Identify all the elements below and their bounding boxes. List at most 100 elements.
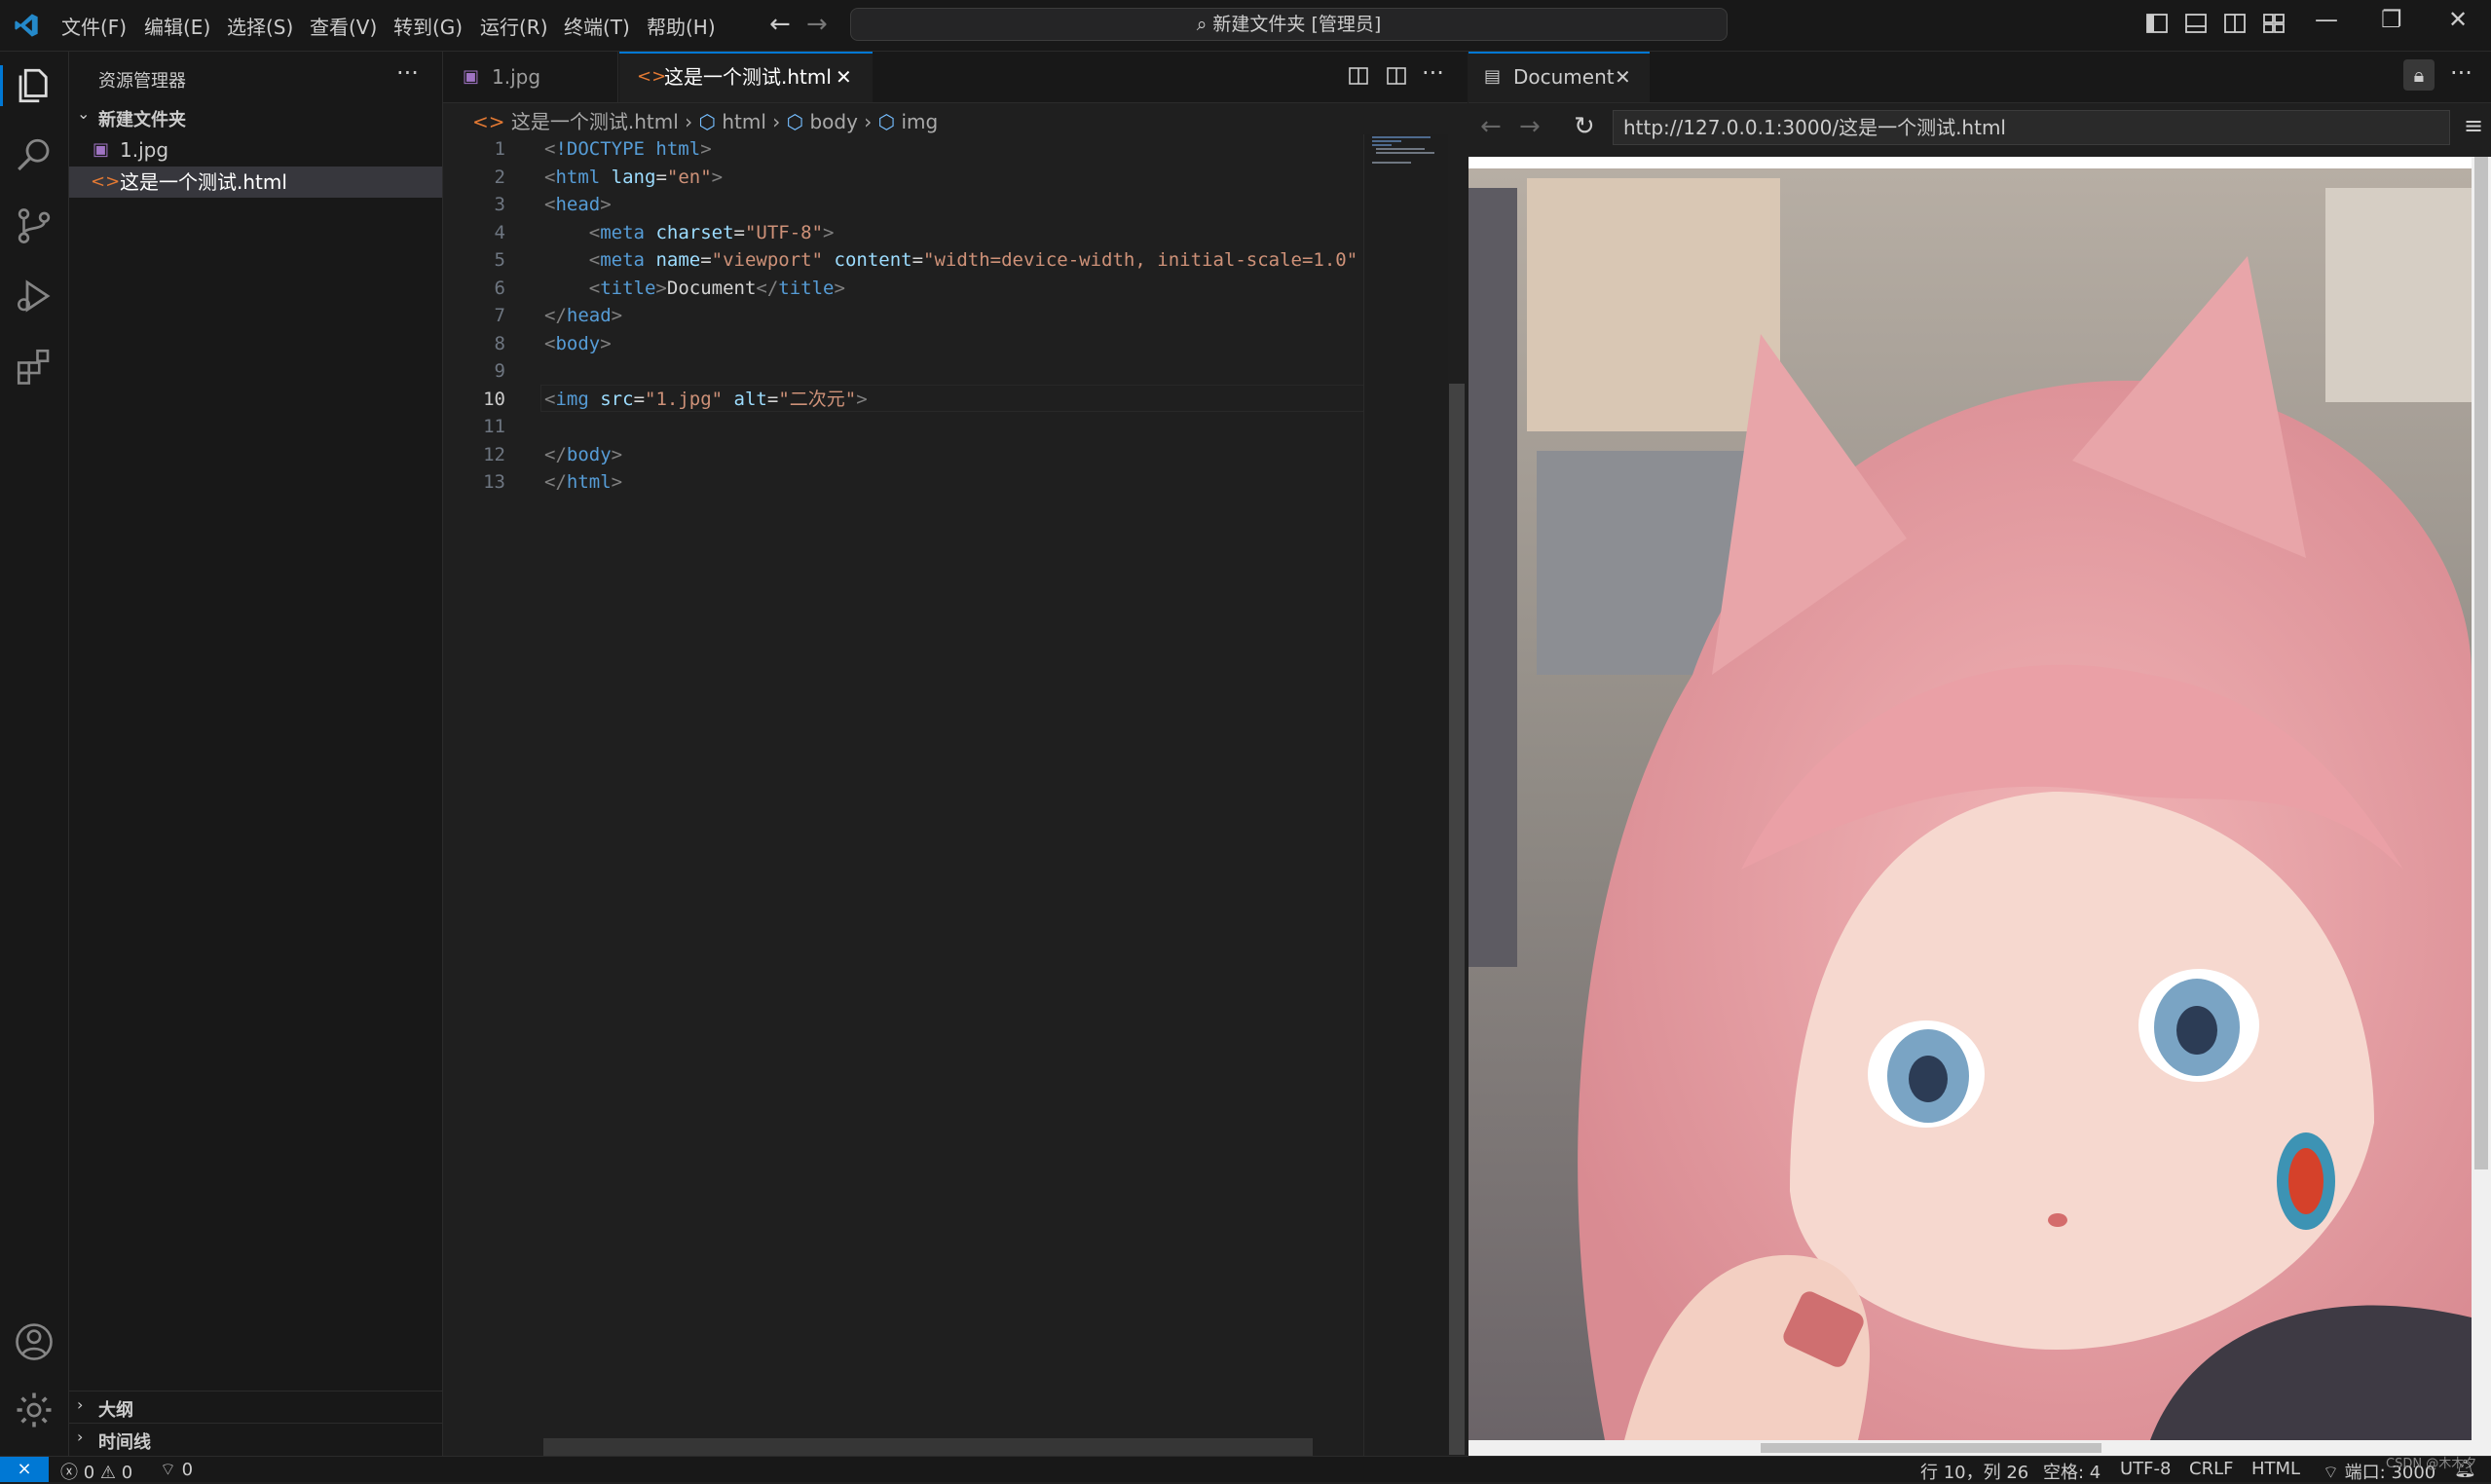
menu-view[interactable]: 查看(V) bbox=[310, 12, 377, 40]
open-preview-icon[interactable] bbox=[1348, 65, 1369, 87]
code-content: <meta charset="UTF-8"> bbox=[588, 221, 835, 243]
code-line[interactable]: 10 <img src="1.jpg" alt="二次元"> bbox=[443, 386, 1363, 414]
tab-1-jpg[interactable]: ▣ 1.jpg bbox=[443, 52, 618, 102]
settings-gear-icon[interactable] bbox=[14, 1390, 55, 1430]
forward-arrow-icon[interactable]: → bbox=[806, 10, 828, 39]
cursor-position[interactable]: 行 10，列 26 bbox=[1920, 1459, 2028, 1484]
file-name: 这是一个测试.html bbox=[120, 170, 287, 194]
search-icon[interactable] bbox=[14, 135, 55, 176]
close-tab-icon[interactable]: ✕ bbox=[1615, 52, 1631, 102]
close-tab-icon[interactable]: ✕ bbox=[836, 52, 852, 102]
code-line[interactable]: 7 </head> bbox=[443, 302, 1363, 330]
split-editor-icon[interactable] bbox=[1386, 65, 1407, 87]
back-arrow-icon[interactable]: ← bbox=[769, 10, 791, 39]
menu-file[interactable]: 文件(F) bbox=[61, 12, 127, 40]
code-line[interactable]: 9 bbox=[443, 357, 1363, 386]
menu-run[interactable]: 运行(R) bbox=[480, 12, 548, 40]
warning-icon: ⚠ bbox=[99, 1463, 122, 1483]
breadcrumb-body[interactable]: body bbox=[809, 110, 857, 133]
toggle-primary-sidebar-icon[interactable] bbox=[2146, 13, 2168, 34]
symbol-element-icon: ⬡ bbox=[786, 110, 810, 133]
breadcrumb-html[interactable]: html bbox=[722, 110, 766, 133]
folder-name[interactable]: 新建文件夹 bbox=[98, 106, 186, 131]
explorer-title: 资源管理器 bbox=[98, 71, 186, 92]
code-line[interactable]: 12 </body> bbox=[443, 441, 1363, 469]
tab-document[interactable]: ▤ Document ✕ bbox=[1469, 52, 1650, 102]
code-line[interactable]: 6 <title>Document</title> bbox=[443, 275, 1363, 303]
error-count: 0 bbox=[83, 1463, 95, 1483]
run-debug-icon[interactable] bbox=[14, 276, 55, 316]
menu-terminal[interactable]: 终端(T) bbox=[564, 12, 630, 40]
code-line[interactable]: 5 <meta name="viewport" content="width=d… bbox=[443, 246, 1363, 275]
menu-go[interactable]: 转到(G) bbox=[393, 12, 463, 40]
outline-section[interactable]: › 大纲 bbox=[69, 1391, 442, 1423]
code-content: <html lang="en"> bbox=[544, 166, 724, 188]
breadcrumb-img[interactable]: img bbox=[901, 110, 938, 133]
menu-help[interactable]: 帮助(H) bbox=[647, 12, 716, 40]
restore-icon[interactable]: ❐ bbox=[2381, 6, 2402, 33]
line-ending[interactable]: CRLF bbox=[2189, 1459, 2233, 1479]
code-line[interactable]: 13 </html> bbox=[443, 468, 1363, 497]
scrollbar-thumb[interactable] bbox=[2474, 157, 2488, 1169]
image-file-icon: ▣ bbox=[463, 66, 480, 87]
scrollbar-thumb[interactable] bbox=[1761, 1443, 2101, 1453]
file-item-jpg[interactable]: ▣ 1.jpg bbox=[69, 134, 442, 166]
line-number: 3 bbox=[494, 194, 505, 215]
page-viewport[interactable] bbox=[1469, 157, 2491, 1440]
more-actions-icon[interactable]: ··· bbox=[396, 59, 419, 87]
source-control-icon[interactable] bbox=[14, 205, 55, 246]
page-horizontal-scrollbar[interactable] bbox=[1469, 1440, 2491, 1456]
file-item-html[interactable]: <> 这是一个测试.html bbox=[69, 167, 442, 198]
ports-indicator[interactable]: ⌔ 0 bbox=[160, 1459, 193, 1481]
vscode-logo-icon[interactable] bbox=[10, 12, 43, 39]
editor-horizontal-scrollbar[interactable] bbox=[543, 1438, 1313, 1456]
chevron-down-icon[interactable]: ⌄ bbox=[77, 104, 90, 123]
menu-edit[interactable]: 编辑(E) bbox=[144, 12, 210, 40]
file-name: 1.jpg bbox=[120, 138, 169, 162]
problems-indicator[interactable]: ⓧ 0 ⚠ 0 bbox=[60, 1459, 132, 1484]
editor-vertical-scrollbar[interactable] bbox=[1447, 134, 1467, 1456]
timeline-section[interactable]: › 时间线 bbox=[69, 1423, 442, 1455]
account-icon[interactable] bbox=[14, 1321, 55, 1362]
more-actions-icon[interactable]: ··· bbox=[1422, 59, 1444, 87]
extensions-icon[interactable] bbox=[14, 346, 55, 387]
tab-html-active[interactable]: <> 这是一个测试.html ✕ bbox=[619, 52, 873, 102]
language-mode[interactable]: HTML bbox=[2251, 1459, 2300, 1479]
menu-selection[interactable]: 选择(S) bbox=[227, 12, 293, 40]
toggle-panel-icon[interactable] bbox=[2185, 13, 2207, 34]
breadcrumb-file[interactable]: 这是一个测试.html bbox=[511, 110, 679, 133]
code-line[interactable]: 3 <head> bbox=[443, 191, 1363, 219]
code-line[interactable]: 8 <body> bbox=[443, 330, 1363, 358]
scrollbar-thumb[interactable] bbox=[1449, 384, 1465, 1455]
command-center-label: 新建文件夹 [管理员] bbox=[1212, 14, 1382, 35]
lock-icon[interactable]: 🔒︎ bbox=[2403, 59, 2435, 91]
menu-icon[interactable]: ≡ bbox=[2464, 112, 2483, 139]
command-center-search[interactable]: ⌕ 新建文件夹 [管理员] bbox=[850, 8, 1728, 41]
more-actions-icon[interactable]: ··· bbox=[2450, 59, 2472, 87]
reload-icon[interactable]: ↻ bbox=[1574, 112, 1595, 141]
explorer-icon[interactable] bbox=[14, 65, 55, 106]
editor-tab-bar: ▣ 1.jpg <> 这是一个测试.html ✕ ··· bbox=[443, 52, 1468, 103]
code-line[interactable]: 1 <!DOCTYPE html> bbox=[443, 135, 1363, 164]
back-arrow-icon[interactable]: ← bbox=[1480, 112, 1502, 141]
close-window-icon[interactable]: ✕ bbox=[2448, 6, 2468, 33]
notifications-bell-icon[interactable]: 🔔︎ bbox=[2454, 1459, 2476, 1479]
chevron-right-icon: › bbox=[685, 110, 699, 133]
page-vertical-scrollbar[interactable] bbox=[2472, 157, 2491, 1440]
broadcast-icon: ⌔ bbox=[2323, 1463, 2345, 1483]
line-number: 2 bbox=[494, 166, 505, 188]
minimap[interactable] bbox=[1363, 134, 1448, 1456]
toggle-secondary-sidebar-icon[interactable] bbox=[2224, 13, 2246, 34]
forward-arrow-icon[interactable]: → bbox=[1519, 112, 1541, 141]
indentation[interactable]: 空格: 4 bbox=[2043, 1459, 2101, 1484]
title-bar: 文件(F) 编辑(E) 选择(S) 查看(V) 转到(G) 运行(R) 终端(T… bbox=[0, 0, 2491, 52]
code-line[interactable]: 2 <html lang="en"> bbox=[443, 164, 1363, 192]
encoding[interactable]: UTF-8 bbox=[2120, 1459, 2171, 1479]
remote-indicator-icon[interactable]: ⨯ bbox=[0, 1457, 49, 1482]
customize-layout-icon[interactable] bbox=[2263, 13, 2285, 34]
url-input[interactable]: http://127.0.0.1:3000/这是一个测试.html bbox=[1613, 110, 2450, 145]
html-file-icon: <> bbox=[91, 171, 121, 192]
code-line[interactable]: 4 <meta charset="UTF-8"> bbox=[443, 219, 1363, 247]
minimize-icon[interactable]: — bbox=[2315, 6, 2338, 33]
code-line[interactable]: 11 bbox=[443, 413, 1363, 441]
